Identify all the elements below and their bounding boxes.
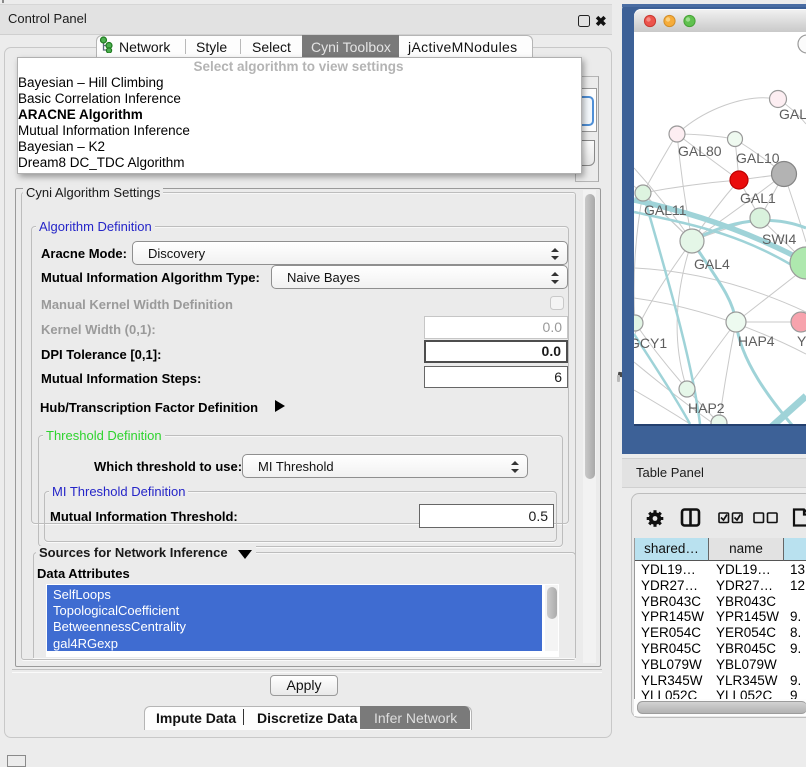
svg-text:SWI4: SWI4 xyxy=(762,231,796,247)
svg-text:GAL4: GAL4 xyxy=(694,256,730,272)
svg-text:Y: Y xyxy=(797,333,806,349)
svg-text:GCY1: GCY1 xyxy=(634,335,667,351)
svg-text:HAP4: HAP4 xyxy=(738,333,775,349)
svg-text:GAL1: GAL1 xyxy=(740,190,776,206)
svg-text:GAL80: GAL80 xyxy=(678,143,722,159)
svg-text:GAL: GAL xyxy=(779,106,806,122)
svg-text:GAL10: GAL10 xyxy=(736,150,780,166)
svg-text:HAP2: HAP2 xyxy=(688,400,725,416)
svg-text:GAL11: GAL11 xyxy=(644,202,687,218)
